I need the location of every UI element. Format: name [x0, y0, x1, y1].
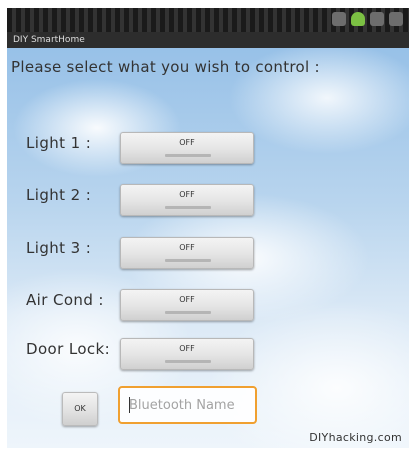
light-1-label: Light 1 : [26, 134, 92, 152]
toggle-state: OFF [179, 190, 195, 199]
toggle-indicator [165, 360, 211, 363]
light-1-toggle[interactable]: OFF [120, 132, 254, 164]
light-2-label: Light 2 : [26, 186, 92, 204]
toggle-indicator [165, 206, 211, 209]
battery-icon [389, 12, 403, 26]
air-cond-label: Air Cond : [26, 291, 104, 309]
toggle-indicator [165, 259, 211, 262]
toggle-state: OFF [179, 344, 195, 353]
air-cond-toggle[interactable]: OFF [120, 289, 254, 321]
instruction-text: Please select what you wish to control : [11, 58, 320, 76]
app-screen: DIY SmartHome Please select what you wis… [7, 8, 409, 448]
android-icon [351, 12, 365, 26]
toggle-indicator [165, 154, 211, 157]
signal-icon [370, 12, 384, 26]
door-lock-toggle[interactable]: OFF [120, 338, 254, 370]
text-cursor [129, 397, 130, 413]
status-bar [7, 8, 409, 32]
light-3-toggle[interactable]: OFF [120, 237, 254, 269]
status-icons [332, 12, 403, 26]
light-3-label: Light 3 : [26, 239, 92, 257]
footer-credit: DIYhacking.com [309, 431, 402, 444]
toggle-state: OFF [179, 295, 195, 304]
bluetooth-name-input[interactable] [118, 386, 257, 424]
wifi-icon [332, 12, 346, 26]
app-title: DIY SmartHome [7, 32, 409, 48]
light-2-toggle[interactable]: OFF [120, 184, 254, 216]
toggle-indicator [165, 311, 211, 314]
toggle-state: OFF [179, 243, 195, 252]
door-lock-label: Door Lock: [26, 340, 111, 358]
ok-button[interactable]: OK [62, 392, 98, 426]
toggle-state: OFF [179, 138, 195, 147]
